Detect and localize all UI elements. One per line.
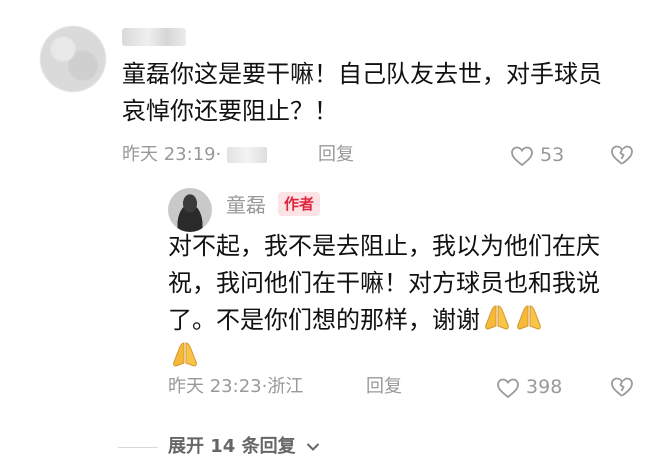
folded-hands-emoji [173,342,197,367]
comment-location-blurred [227,147,268,163]
reply-time: 昨天 23:23 [168,376,262,397]
author-username[interactable]: 童磊 [226,192,266,218]
expand-replies-button[interactable]: 展开 14 条回复 [168,433,320,461]
author-badge: 作者 [278,192,321,216]
folded-hands-emoji [485,305,509,330]
like-count: 53 [540,144,565,166]
reply-text: 对不起，我不是去阻止，我以为他们在庆祝，我问他们在干嘛！对方球员也和我说了。不是… [168,228,628,376]
folded-hands-emoji [517,305,541,330]
expand-divider [118,447,158,448]
dislike-button[interactable] [610,144,634,166]
meta-separator: · [215,144,222,165]
expand-replies-label: 展开 14 条回复 [168,436,296,457]
commenter-username[interactable] [122,28,186,46]
comment-text: 童磊你这是要干嘛！自己队友去世，对手球员哀悼你还要阻止？！ [122,60,602,125]
reply-location: 浙江 [267,376,304,397]
heart-outline-icon [497,378,519,398]
like-count: 398 [526,376,563,398]
commenter-avatar[interactable] [40,26,106,92]
like-button[interactable]: 53 [510,142,564,168]
author-avatar[interactable] [168,188,212,232]
comment-time: 昨天 23:19 [122,144,216,165]
like-button[interactable]: 398 [496,374,562,400]
reply-meta: 昨天 23:23·浙江 [168,374,303,400]
chevron-down-icon [306,443,320,451]
reply-button[interactable]: 回复 [366,374,402,400]
heart-outline-icon [511,146,533,166]
heart-broken-icon [611,377,633,397]
dislike-button[interactable] [610,376,634,398]
reply-button[interactable]: 回复 [318,142,354,168]
heart-broken-icon [611,145,633,165]
comment-meta: 昨天 23:19· [122,142,268,168]
